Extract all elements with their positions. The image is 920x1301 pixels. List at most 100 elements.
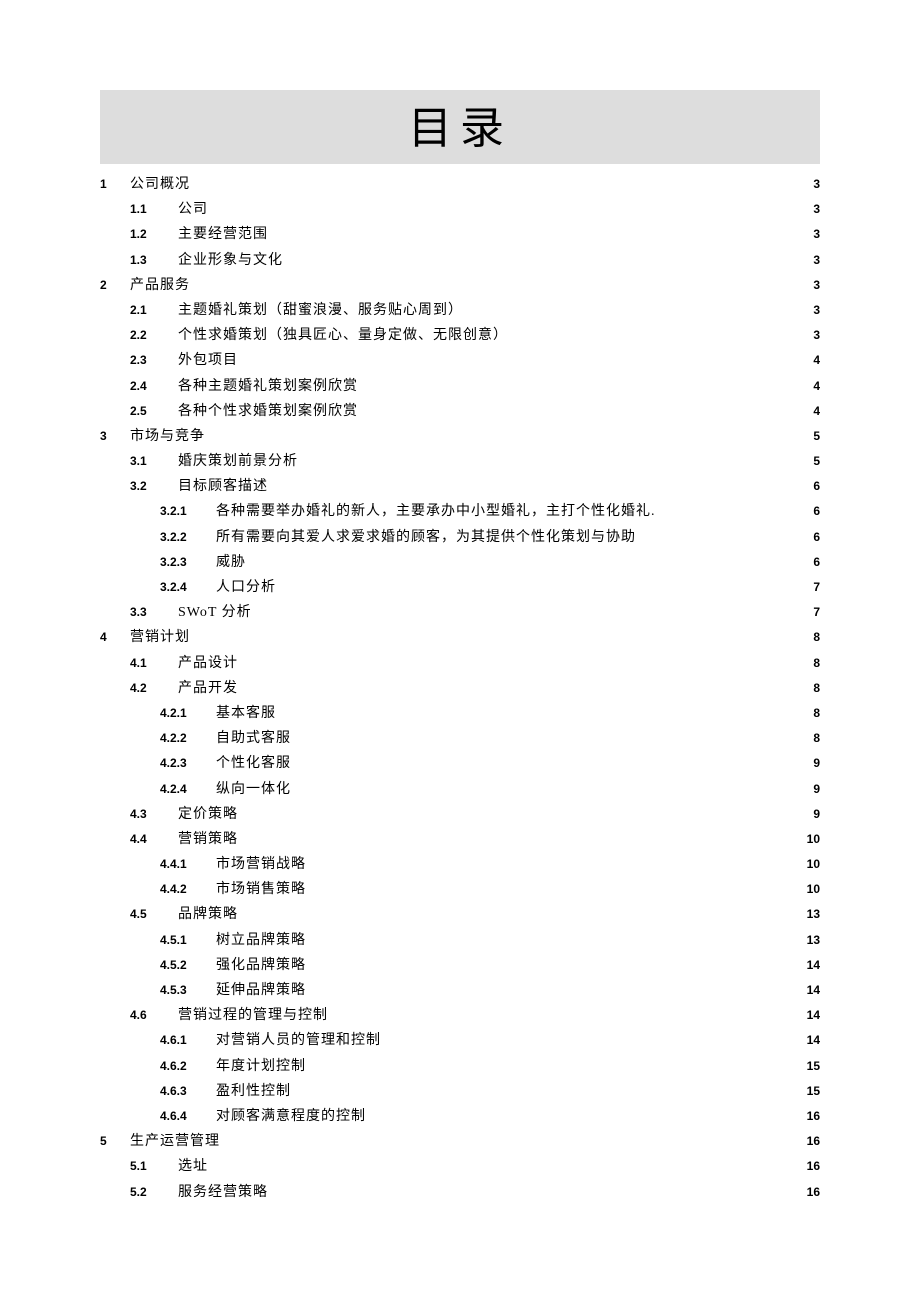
toc-number: 3.2.4 [160, 577, 216, 599]
toc-title: 目录 [408, 104, 512, 153]
toc-page: 5 [811, 451, 820, 473]
toc-number: 4 [100, 627, 130, 649]
toc-label: 营销计划 [130, 625, 190, 650]
toc-entry[interactable]: 4.4营销策略10 [100, 827, 820, 852]
toc-page: 10 [805, 879, 820, 901]
toc-label: 各种需要举办婚礼的新人，主要承办中小型婚礼，主打个性化婚礼. [216, 499, 656, 524]
toc-label: 公司 [178, 197, 208, 222]
toc-label: 个性化客服 [216, 751, 291, 776]
toc-number: 4.6 [130, 1005, 178, 1027]
toc-entry[interactable]: 1.1公司3 [100, 197, 820, 222]
toc-number: 4.2.2 [160, 728, 216, 750]
toc-label: 市场销售策略 [216, 877, 306, 902]
toc-label: 服务经营策略 [178, 1180, 268, 1205]
toc-entry[interactable]: 4.6.3盈利性控制15 [100, 1079, 820, 1104]
toc-number: 2.2 [130, 325, 178, 347]
toc-label: 市场与竞争 [130, 424, 205, 449]
toc-entry[interactable]: 4营销计划 8 [100, 625, 820, 650]
toc-entry[interactable]: 4.2.2自助式客服8 [100, 726, 820, 751]
toc-entry[interactable]: 1公司概况3 [100, 172, 820, 197]
toc-entry[interactable]: 2产品服务3 [100, 273, 820, 298]
toc-entry[interactable]: 2.4各种主题婚礼策划案例欣赏4 [100, 374, 820, 399]
toc-entry[interactable]: 4.6.1对营销人员的管理和控制14 [100, 1028, 820, 1053]
toc-entry[interactable]: 3.3SWoT 分析7 [100, 600, 820, 625]
toc-label: 婚庆策划前景分析 [178, 449, 298, 474]
toc-label: 公司概况 [130, 172, 190, 197]
toc-label: 对营销人员的管理和控制 [216, 1028, 381, 1053]
toc-number: 4.5.1 [160, 930, 216, 952]
toc-entry[interactable]: 5.2服务经营策略16 [100, 1180, 820, 1205]
toc-entry[interactable]: 2.5各种个性求婚策划案例欣赏4 [100, 399, 820, 424]
toc-entry[interactable]: 4.5.2强化品牌策略14 [100, 953, 820, 978]
toc-page: 16 [805, 1182, 820, 1204]
toc-entry[interactable]: 2.2个性求婚策划（独具匠心、量身定做、无限创意） 3 [100, 323, 820, 348]
toc-page: 4 [811, 401, 820, 423]
toc-entry[interactable]: 1.3企业形象与文化3 [100, 248, 820, 273]
toc-page: 8 [811, 678, 820, 700]
toc-number: 4.2.1 [160, 703, 216, 725]
toc-entry[interactable]: 4.5.3延伸品牌策略14 [100, 978, 820, 1003]
toc-label: 定价策略 [178, 802, 238, 827]
toc-number: 4.2.3 [160, 753, 216, 775]
toc-entry[interactable]: 4.2.1基本客服 8 [100, 701, 820, 726]
toc-number: 1.3 [130, 250, 178, 272]
toc-entry[interactable]: 3.1婚庆策划前景分析5 [100, 449, 820, 474]
toc-entry[interactable]: 3.2.1各种需要举办婚礼的新人，主要承办中小型婚礼，主打个性化婚礼.6 [100, 499, 820, 524]
toc-label: 产品开发 [178, 676, 238, 701]
toc-entry[interactable]: 4.2.3个性化客服9 [100, 751, 820, 776]
toc-entry[interactable]: 4.3定价策略9 [100, 802, 820, 827]
toc-label: 各种主题婚礼策划案例欣赏 [178, 374, 358, 399]
toc-label: 年度计划控制 [216, 1054, 306, 1079]
toc-entry[interactable]: 4.2.4纵向一体化9 [100, 777, 820, 802]
toc-page: 6 [811, 552, 820, 574]
toc-entry[interactable]: 4.5品牌策略13 [100, 902, 820, 927]
toc-page: 4 [811, 376, 820, 398]
toc-entry[interactable]: 3.2.3威胁6 [100, 550, 820, 575]
toc-number: 3.3 [130, 602, 178, 624]
toc-entry[interactable]: 4.4.2市场销售策略10 [100, 877, 820, 902]
toc-number: 4.4.1 [160, 854, 216, 876]
toc-number: 4.5.3 [160, 980, 216, 1002]
toc-entry[interactable]: 4.6.2年度计划控制15 [100, 1054, 820, 1079]
toc-entry[interactable]: 3.2.4人口分析7 [100, 575, 820, 600]
toc-entry[interactable]: 3.2目标顾客描述6 [100, 474, 820, 499]
toc-entry[interactable]: 5.1选址16 [100, 1154, 820, 1179]
toc-number: 4.6.1 [160, 1030, 216, 1052]
toc-label: 个性求婚策划（独具匠心、量身定做、无限创意） [178, 323, 508, 348]
toc-page: 3 [811, 325, 820, 347]
toc-label: 主题婚礼策划（甜蜜浪漫、服务贴心周到） [178, 298, 463, 323]
toc-page: 16 [805, 1131, 820, 1153]
toc-entry[interactable]: 4.6营销过程的管理与控制14 [100, 1003, 820, 1028]
toc-label: 外包项目 [178, 348, 238, 373]
toc-entry[interactable]: 4.2产品开发8 [100, 676, 820, 701]
toc-entry[interactable]: 2.3外包项目4 [100, 348, 820, 373]
toc-page: 13 [805, 930, 820, 952]
toc-label: 威胁 [216, 550, 246, 575]
toc-number: 3.2.1 [160, 501, 216, 523]
toc-page: 9 [811, 779, 820, 801]
toc-label: 强化品牌策略 [216, 953, 306, 978]
toc-entry[interactable]: 4.1产品设计8 [100, 651, 820, 676]
toc-page: 8 [811, 703, 820, 725]
toc-entry[interactable]: 3市场与竞争5 [100, 424, 820, 449]
toc-entry[interactable]: 4.4.1市场营销战略10 [100, 852, 820, 877]
toc-page: 6 [811, 527, 820, 549]
toc-entry[interactable]: 5生产运营管理16 [100, 1129, 820, 1154]
toc-page: 4 [811, 350, 820, 372]
toc-label: 产品服务 [130, 273, 190, 298]
toc-page: 15 [805, 1056, 820, 1078]
toc-entry[interactable]: 4.6.4对顾客满意程度的控制16 [100, 1104, 820, 1129]
toc-number: 3 [100, 426, 130, 448]
toc-label: 人口分析 [216, 575, 276, 600]
toc-page: 16 [805, 1106, 820, 1128]
toc-label: 营销策略 [178, 827, 238, 852]
toc-entry[interactable]: 1.2主要经营范围3 [100, 222, 820, 247]
toc-entry[interactable]: 4.5.1树立品牌策略13 [100, 928, 820, 953]
toc-label: 基本客服 [216, 701, 276, 726]
toc-entry[interactable]: 2.1主题婚礼策划（甜蜜浪漫、服务贴心周到）3 [100, 298, 820, 323]
toc-page: 8 [811, 627, 820, 649]
toc-entry[interactable]: 3.2.2所有需要向其爱人求爱求婚的顾客，为其提供个性化策划与协助6 [100, 525, 820, 550]
toc-page: 13 [805, 904, 820, 926]
toc-label: 市场营销战略 [216, 852, 306, 877]
toc-number: 5.1 [130, 1156, 178, 1178]
